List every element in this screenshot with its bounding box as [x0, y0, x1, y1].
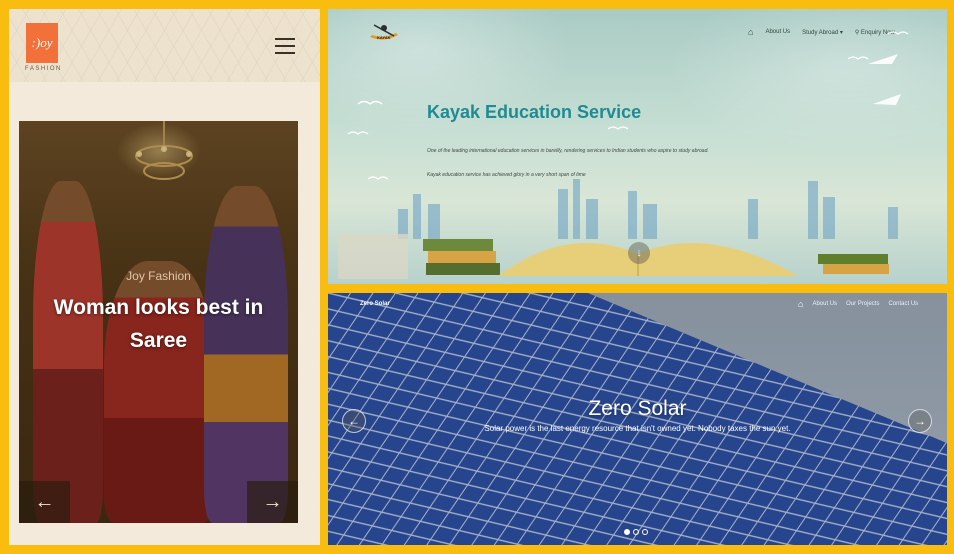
solar-hero-title: Zero Solar [588, 397, 687, 420]
joy-hero-slide: Joy Fashion Woman looks best in Saree ← … [19, 121, 298, 523]
joy-fashion-panel: :)oy FASHION Joy Fashion Woman looks bes… [9, 9, 320, 545]
hero-caption-brand: Joy Fashion [126, 269, 191, 283]
next-slide-button[interactable]: → [247, 481, 298, 523]
joy-logo[interactable]: :)oy [26, 23, 58, 63]
prev-slide-button[interactable]: ← [19, 481, 70, 523]
arrow-right-icon: → [914, 414, 926, 428]
kayak-hero-text-1: One of the leading international educati… [427, 148, 709, 154]
solar-hero-subtitle: Solar power is the last energy resource … [484, 424, 791, 433]
hamburger-menu-icon[interactable] [275, 38, 295, 54]
arrow-right-icon: → [262, 490, 283, 513]
solar-brand[interactable]: Zero Solar [360, 301, 390, 307]
joy-logo-subtitle: FASHION [25, 66, 62, 72]
slide-dot-3[interactable] [642, 529, 648, 535]
next-slide-button[interactable]: → [908, 409, 932, 433]
hero-caption-title: Woman looks best in Saree [53, 296, 264, 352]
home-icon[interactable]: ⌂ [798, 299, 803, 309]
slide-indicators [624, 529, 648, 535]
arrow-left-icon: ← [34, 490, 55, 513]
arrow-left-icon: ← [348, 414, 360, 428]
prev-slide-button[interactable]: ← [342, 409, 366, 433]
kayak-education-panel: KAYAK ⌂ About Us Study Abroad ▾ ⚲ Enquir… [328, 9, 947, 284]
joy-header: :)oy FASHION [9, 9, 320, 82]
zero-solar-panel: Zero Solar ⌂ About Us Our Projects Conta… [328, 293, 947, 545]
slide-dot-2[interactable] [633, 529, 639, 535]
solar-nav: ⌂ About Us Our Projects Contact Us [798, 299, 918, 309]
nav-contact-us[interactable]: Contact Us [888, 301, 918, 307]
slide-dot-1[interactable] [624, 529, 630, 535]
kayak-hero-title: Kayak Education Service [427, 102, 642, 122]
arrow-down-icon: ↓ [636, 247, 642, 259]
nav-about-us[interactable]: About Us [812, 301, 837, 307]
nav-our-projects[interactable]: Our Projects [846, 301, 879, 307]
scroll-down-button[interactable]: ↓ [628, 242, 650, 264]
